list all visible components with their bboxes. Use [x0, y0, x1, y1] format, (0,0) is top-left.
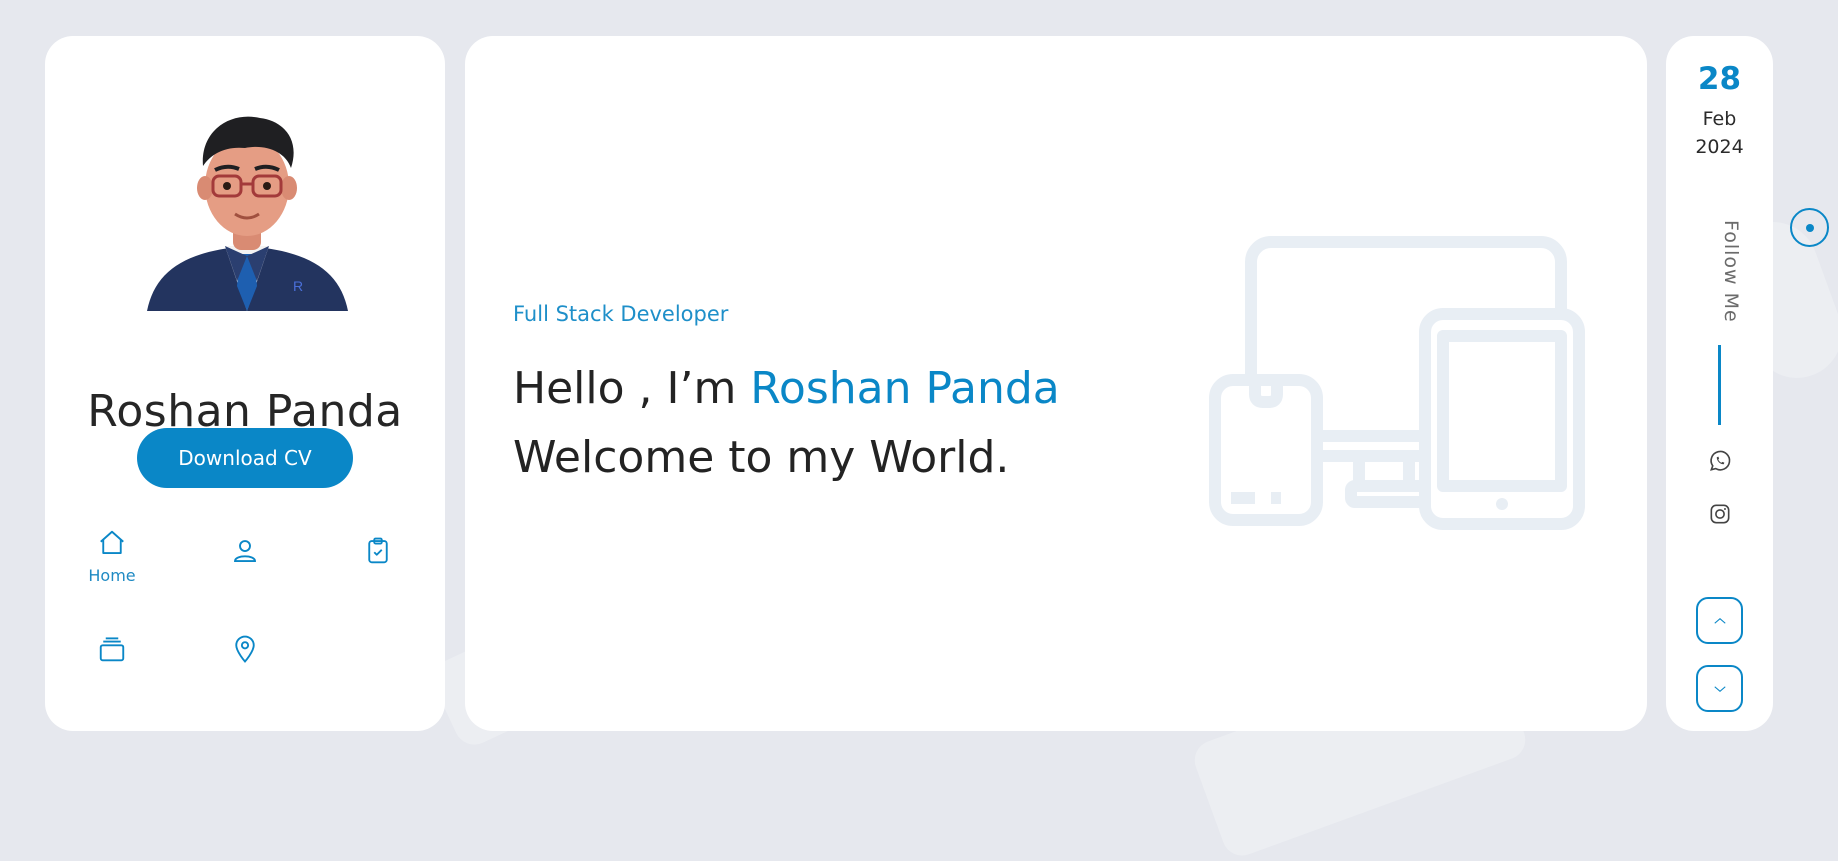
- map-pin-icon: [235, 635, 255, 663]
- hero-greeting: Hello , I’m Roshan Panda: [513, 363, 1060, 414]
- nav-item-contact[interactable]: [205, 634, 285, 704]
- hero-role: Full Stack Developer: [513, 302, 729, 326]
- clipboard-check-icon: [368, 537, 388, 564]
- nav-item-home[interactable]: Home: [72, 528, 152, 598]
- chevron-down-icon: [1713, 685, 1726, 692]
- chevron-up-icon: [1713, 617, 1726, 624]
- scroll-up-button[interactable]: [1696, 597, 1743, 644]
- hero-card: Full Stack Developer Hello , I’m Roshan …: [465, 36, 1647, 731]
- dot-icon: [1805, 223, 1814, 232]
- nav-label-home: Home: [88, 566, 136, 585]
- side-card: 28 Feb 2024 Follow Me: [1666, 36, 1773, 731]
- home-icon: [100, 530, 124, 554]
- cursor-dot-indicator[interactable]: [1790, 208, 1829, 247]
- nav-item-resume[interactable]: [338, 536, 418, 606]
- hero-tagline: Welcome to my World.: [513, 432, 1010, 483]
- hero-greeting-prefix: Hello , I’m: [513, 363, 751, 414]
- date-month: Feb: [1702, 108, 1737, 130]
- whatsapp-icon[interactable]: [1707, 448, 1733, 474]
- avatar: R: [145, 106, 350, 311]
- follow-me-label: Follow Me: [1720, 220, 1742, 323]
- hero-greeting-name: Roshan Panda: [750, 363, 1060, 414]
- user-icon: [234, 540, 256, 562]
- date-year: 2024: [1695, 136, 1744, 158]
- scroll-down-button[interactable]: [1696, 665, 1743, 712]
- layers-icon: [99, 637, 125, 662]
- download-cv-button[interactable]: Download CV: [137, 428, 353, 488]
- svg-text:R: R: [293, 278, 303, 294]
- profile-card: R Roshan Panda Download CV Home: [45, 36, 445, 731]
- nav-item-portfolio[interactable]: [72, 634, 152, 704]
- nav-item-about[interactable]: [205, 536, 285, 606]
- follow-divider: [1718, 345, 1721, 425]
- date-day: 28: [1697, 61, 1742, 97]
- instagram-icon[interactable]: [1707, 501, 1733, 527]
- devices-illustration: [1209, 236, 1601, 536]
